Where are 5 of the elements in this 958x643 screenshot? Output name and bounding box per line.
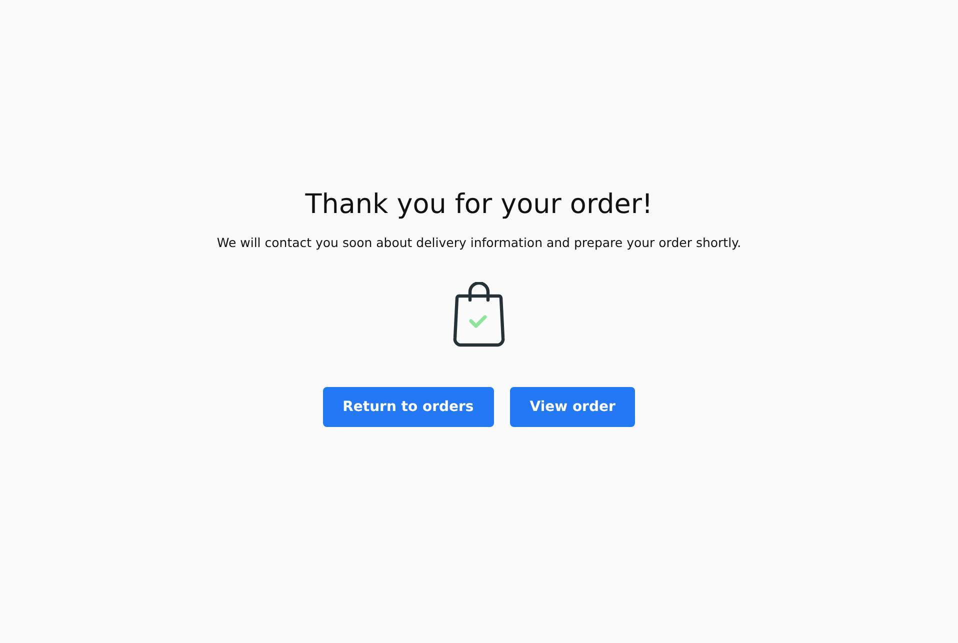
page-title: Thank you for your order! — [305, 188, 653, 222]
action-button[interactable]: Return to orders — [322, 387, 494, 427]
action-button[interactable]: View order — [510, 387, 636, 427]
shopping-bag-check-icon — [452, 282, 506, 348]
confirmation-message: We will contact you soon about delivery information and prepare your order shortly. — [216, 234, 742, 252]
